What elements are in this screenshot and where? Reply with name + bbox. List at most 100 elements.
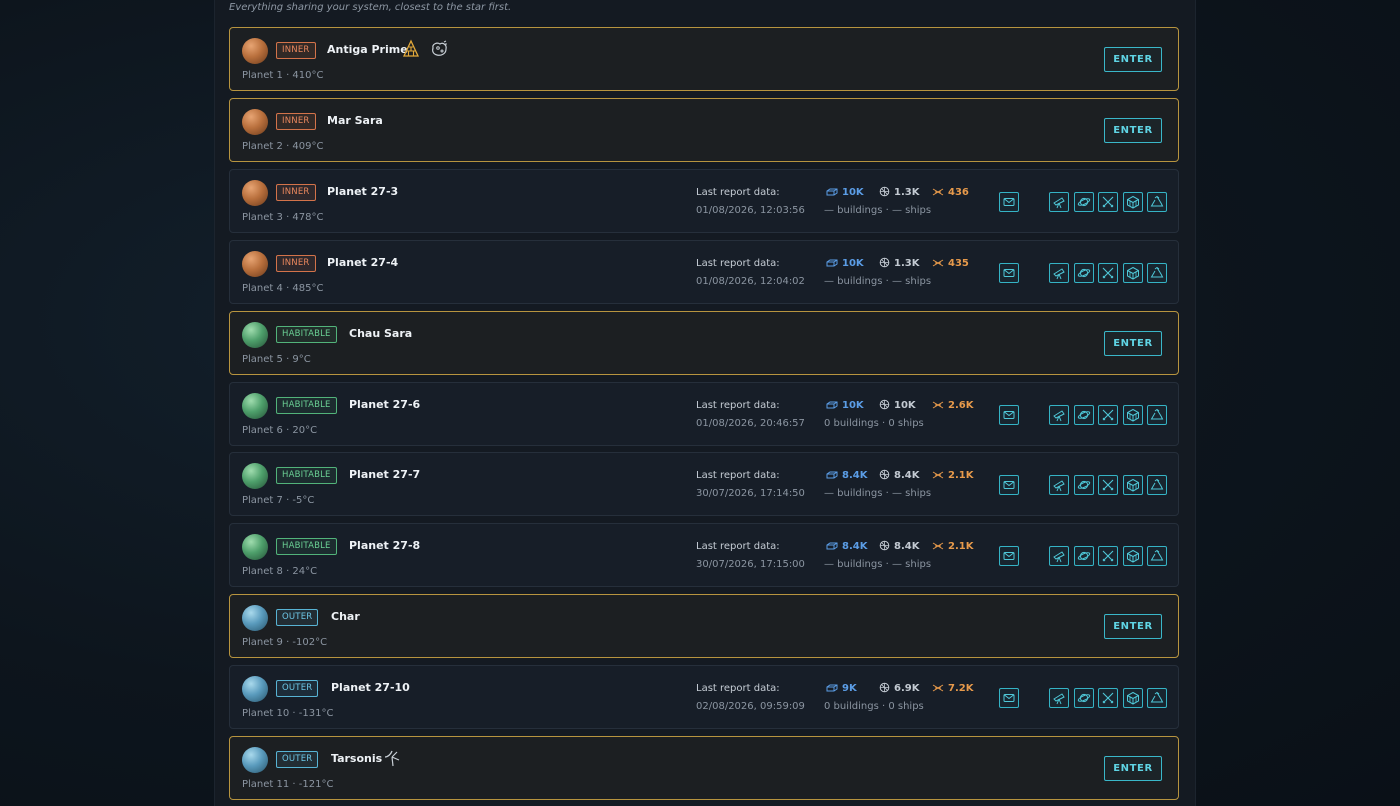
planet-avatar [242,463,268,490]
recycle-button[interactable] [1147,546,1167,567]
telescope-button[interactable] [1049,262,1069,283]
metal-resource: 9K [826,682,857,696]
crossed-swords-button[interactable] [1098,475,1118,496]
planet-position-temperature: Planet 2 · 409°C [242,140,324,152]
recycle-button[interactable] [1147,262,1167,283]
metal-icon [826,258,842,269]
crossed-swords-button[interactable] [1098,262,1118,283]
planet-name: Char [331,610,360,624]
cube-button[interactable] [1122,191,1143,212]
crystal-resource: 1.3K [879,186,919,200]
buildings-ships-count: — buildings · — ships [824,204,932,216]
buildings-ships-count: — buildings · — ships [824,488,932,500]
message-button[interactable] [999,404,1019,425]
metal-resource-value: 10K [842,186,864,198]
planet-ring-button[interactable] [1073,191,1094,212]
crystal-resource: 8.4K [879,540,919,554]
planet-name: Chau Sara [349,326,413,340]
planet-avatar [242,747,268,773]
planet-ring-button[interactable] [1073,475,1094,496]
enter-button[interactable]: ENTER [1104,47,1162,72]
metal-resource-value: 9K [842,683,857,695]
buildings-ships-count: — buildings · — ships [824,559,932,571]
recycle-button[interactable] [1147,191,1167,212]
planet-ring-button[interactable] [1073,688,1094,709]
recycle-button[interactable] [1147,688,1167,709]
last-report-label: Last report data: [696,683,780,695]
enter-button[interactable]: ENTER [1104,117,1162,143]
crystal-icon [879,682,894,694]
planet-position-temperature: Planet 8 · 24°C [242,566,318,578]
crystal-resource: 1.3K [879,257,919,271]
crossed-swords-button[interactable] [1098,404,1118,425]
planet-position-temperature: Planet 10 · -131°C [242,708,334,720]
last-report-date: 02/08/2026, 09:59:09 [696,701,805,713]
enter-button[interactable]: ENTER [1104,756,1162,781]
metal-icon [826,187,842,198]
crystal-icon [879,186,894,198]
planet-row: HABITABLE Chau Sara Planet 5 · 9°C ENTER [229,310,1179,375]
crystal-resource-value: 10K [894,399,916,411]
crossed-swords-button[interactable] [1098,688,1118,709]
planet-position-temperature: Planet 3 · 478°C [242,211,324,223]
planet-avatar [242,108,268,135]
message-button[interactable] [999,262,1019,283]
fuel-icon [932,187,948,198]
last-report-label: Last report data: [696,399,780,411]
crystal-resource-value: 1.3K [894,186,920,198]
fuel-resource-value: 2.1K [948,470,974,482]
cube-button[interactable] [1122,546,1143,567]
zone-badge: HABITABLE [276,396,337,414]
asteroid-icon [429,39,449,59]
zone-badge: INNER [276,183,316,201]
telescope-button[interactable] [1049,688,1069,709]
telescope-button[interactable] [1049,475,1069,496]
planet-avatar [242,38,268,64]
fuel-icon [932,470,948,481]
metal-resource: 8.4K [826,469,867,483]
telescope-button[interactable] [1049,191,1069,212]
message-button[interactable] [999,546,1019,567]
recycle-button[interactable] [1147,475,1167,496]
metal-resource: 10K [826,186,864,200]
crossed-swords-button[interactable] [1098,546,1118,567]
planet-ring-button[interactable] [1073,262,1094,283]
fuel-resource-value: 2.6K [948,399,974,411]
message-button[interactable] [999,191,1019,212]
cube-button[interactable] [1122,262,1143,283]
fuel-resource-value: 436 [948,186,969,198]
recycle-button[interactable] [1147,404,1167,425]
crystal-icon [879,470,894,481]
zone-badge: HABITABLE [276,467,337,485]
enter-button[interactable]: ENTER [1104,330,1162,356]
telescope-button[interactable] [1049,404,1069,425]
buildings-ships-count: 0 buildings · 0 ships [824,417,924,429]
planet-avatar [242,250,268,277]
planet-position-temperature: Planet 7 · -5°C [242,495,315,507]
fuel-resource-value: 2.1K [948,541,974,553]
cube-button[interactable] [1122,688,1143,709]
planet-row: OUTER Tarsonis Planet 11 · -121°C ENTER [229,736,1179,800]
last-report-date: 30/07/2026, 17:14:50 [696,488,805,500]
telescope-button[interactable] [1049,546,1069,567]
message-button[interactable] [999,688,1019,709]
enter-button[interactable]: ENTER [1104,614,1162,640]
crystal-icon [879,399,894,411]
system-panel: Everything sharing your system, closest … [214,0,1196,806]
crossed-swords-button[interactable] [1098,191,1118,212]
planet-ring-button[interactable] [1073,404,1094,425]
planet-row: INNER Antiga Prime Planet 1 · 410°C ENTER [229,27,1179,91]
cube-button[interactable] [1122,475,1143,496]
crystal-resource: 6.9K [879,682,919,696]
fuel-resource: 7.2K [932,682,973,696]
last-report-date: 01/08/2026, 12:03:56 [696,204,805,216]
pyramid-structure-icon [401,39,421,59]
planet-name: Planet 27-8 [349,539,421,553]
metal-resource: 8.4K [826,540,867,554]
zone-badge: INNER [276,254,316,272]
cube-button[interactable] [1122,404,1143,425]
fuel-resource-value: 435 [948,257,969,269]
planet-name: Planet 27-6 [349,397,421,411]
planet-ring-button[interactable] [1073,546,1094,567]
message-button[interactable] [999,475,1019,496]
